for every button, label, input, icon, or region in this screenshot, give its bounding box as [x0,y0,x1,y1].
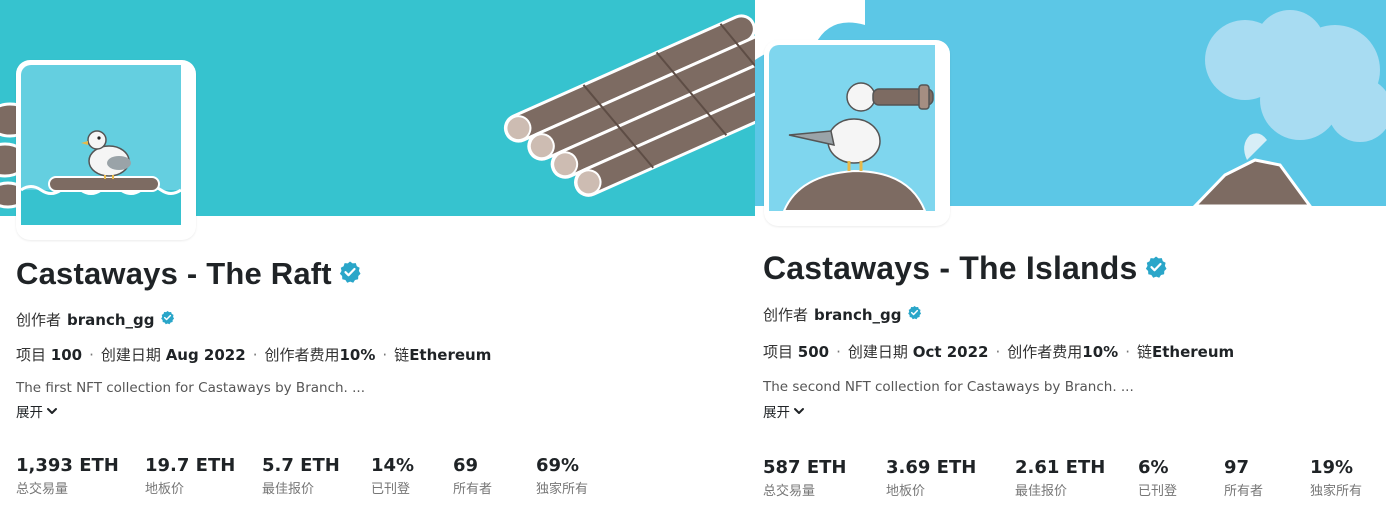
stat-label: 总交易量 [763,484,816,499]
creator-link[interactable]: branch_gg [67,311,154,329]
verified-badge-icon [160,310,175,329]
creator-prefix: 创作者 [16,311,62,329]
stat-value: 3.69 ETH [886,457,977,478]
items-label: 项目 [16,346,47,364]
stat-label: 地板价 [886,484,926,499]
verified-badge-icon [907,305,922,324]
chain-value: Ethereum [1151,343,1235,361]
collection-title: Castaways - The Islands [763,250,1168,287]
stat-label: 独家所有 [536,482,589,497]
created-label: 创建日期 [100,346,161,364]
items-label: 项目 [763,343,794,361]
created-value: Oct 2022 [912,343,989,361]
collection-title-text: Castaways - The Raft [16,256,332,291]
stat-label: 已刊登 [1138,484,1178,499]
stat-value: 19.7 ETH [145,455,236,476]
stat-label: 所有者 [453,482,493,497]
verified-badge-icon [1144,250,1168,287]
collection-description: The first NFT collection for Castaways b… [16,380,366,396]
collection-title: Castaways - The Raft [16,256,362,292]
stat-floor-price[interactable]: 3.69 ETH 地板价 [886,457,1015,499]
stat-label: 最佳报价 [1015,484,1068,499]
stat-label: 地板价 [145,482,185,497]
collection-stats: 587 ETH 总交易量 3.69 ETH 地板价 2.61 ETH 最佳报价 … [763,457,1386,499]
items-value: 100 [50,346,83,364]
verified-badge-icon [338,256,362,292]
collection-panel-raft: Castaways - The Raft 创作者 branch_gg 项目 10… [0,0,755,528]
stat-value: 19% [1310,457,1354,478]
stat-best-offer[interactable]: 5.7 ETH 最佳报价 [262,455,371,497]
chevron-down-icon [793,405,805,417]
stat-value: 1,393 ETH [16,455,119,476]
fee-value: 10% [339,346,376,364]
stat-value: 2.61 ETH [1015,457,1106,478]
creator-link[interactable]: branch_gg [814,306,901,324]
meta-separator: · [995,343,1001,361]
stat-value: 69% [536,455,580,476]
collection-stats: 1,393 ETH 总交易量 19.7 ETH 地板价 5.7 ETH 最佳报价… [16,455,616,497]
stat-floor-price[interactable]: 19.7 ETH 地板价 [145,455,262,497]
seagull-on-raft-image [21,65,182,225]
stat-value: 69 [453,455,479,476]
created-value: Aug 2022 [165,346,246,364]
stat-value: 6% [1138,457,1169,478]
meta-separator: · [89,346,94,364]
stat-value: 14% [371,455,415,476]
stat-owners[interactable]: 69 所有者 [453,455,536,497]
chain-value: Ethereum [409,346,492,364]
meta-separator: · [1125,343,1130,361]
stat-best-offer[interactable]: 2.61 ETH 最佳报价 [1015,457,1138,499]
stat-owners[interactable]: 97 所有者 [1224,457,1310,499]
creator-line: 创作者 branch_gg [16,309,175,330]
meta-separator: · [836,343,841,361]
chain-label: 链 [1136,343,1152,361]
stat-value: 5.7 ETH [262,455,340,476]
stat-value: 97 [1224,457,1250,478]
expand-button[interactable]: 展开 [763,401,805,421]
created-label: 创建日期 [847,343,908,361]
stat-total-volume[interactable]: 587 ETH 总交易量 [763,457,886,499]
collection-avatar[interactable] [16,60,196,240]
expand-label: 展开 [763,405,790,421]
items-value: 500 [797,343,830,361]
stat-unique-owners[interactable]: 19% 独家所有 [1310,457,1386,499]
expand-label: 展开 [16,405,43,421]
creator-line: 创作者 branch_gg [763,304,922,325]
meta-separator: · [252,346,258,364]
chain-label: 链 [394,346,410,364]
collection-meta: 项目 100 · 创建日期 Aug 2022 · 创作者费用10% · 链Ethereum [16,344,491,365]
fee-value: 10% [1082,343,1119,361]
seagull-with-telescope-image [769,45,935,212]
stat-label: 所有者 [1224,484,1264,499]
stat-value: 587 ETH [763,457,847,478]
stat-label: 已刊登 [371,482,411,497]
fee-label: 创作者费用 [1007,343,1083,361]
creator-prefix: 创作者 [763,306,809,324]
stat-listed[interactable]: 14% 已刊登 [371,455,453,497]
expand-button[interactable]: 展开 [16,401,58,421]
stat-unique-owners[interactable]: 69% 独家所有 [536,455,616,497]
collection-description: The second NFT collection for Castaways … [763,379,1134,395]
stat-label: 最佳报价 [262,482,315,497]
stat-label: 独家所有 [1310,484,1363,499]
collection-panel-islands: Castaways - The Islands 创作者 branch_gg 项目… [755,0,1386,528]
meta-separator: · [382,346,388,364]
stat-listed[interactable]: 6% 已刊登 [1138,457,1224,499]
stat-label: 总交易量 [16,482,69,497]
stat-total-volume[interactable]: 1,393 ETH 总交易量 [16,455,145,497]
fee-label: 创作者费用 [264,346,340,364]
collection-title-text: Castaways - The Islands [763,250,1138,286]
chevron-down-icon [46,405,58,417]
collection-meta: 项目 500 · 创建日期 Oct 2022 · 创作者费用10% · 链Ethereum [763,341,1234,362]
collection-avatar[interactable] [764,40,950,226]
